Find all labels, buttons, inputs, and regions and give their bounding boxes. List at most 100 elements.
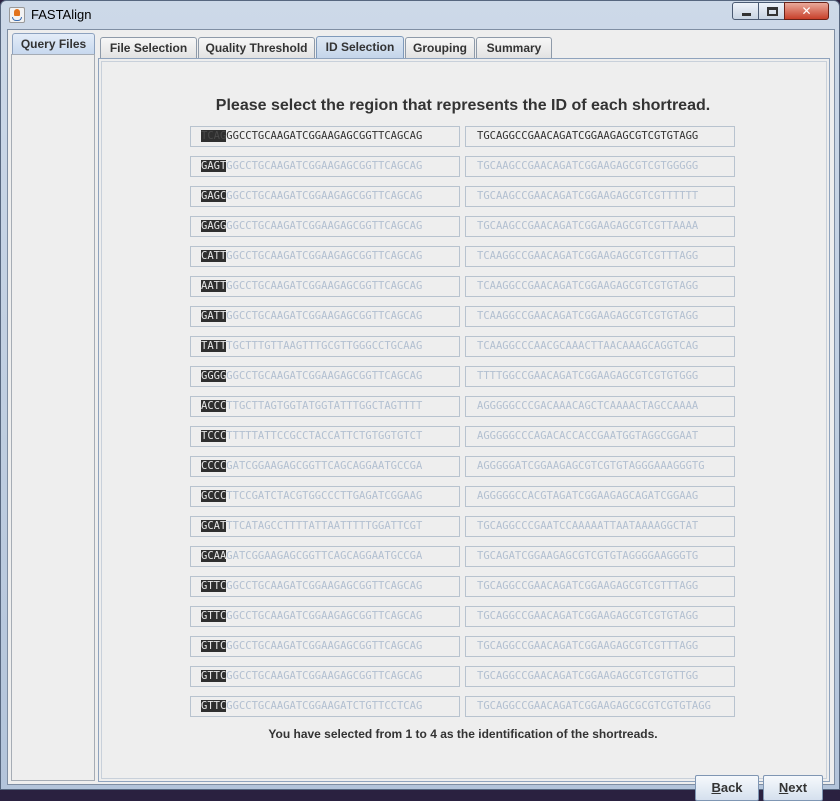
shortread-left-field[interactable]: GTTCGGCCTGCAAGATCGGAAGAGCGGTTCAGCAG — [190, 636, 460, 657]
shortread-left-field[interactable]: TCAGGGCCTGCAAGATCGGAAGAGCGGTTCAGCAG — [190, 126, 460, 147]
shortread-right-field[interactable]: TGCAGGCCGAACAGATCGGAAGAGCGTCGTTTAGG — [465, 636, 735, 657]
maximize-button[interactable] — [758, 2, 785, 20]
shortread-left-field[interactable]: AATTGGCCTGCAAGATCGGAAGAGCGGTTCAGCAG — [190, 276, 460, 297]
shortread-right-field[interactable]: TGCAGGCCGAACAGATCGGAAGAGCGTCGTGTAGG — [465, 606, 735, 627]
sequence-text: TTCATAGCCTTTTATTAATTTTTGGATTCGT — [226, 520, 423, 532]
sequence-text: TTGCTTAGTGGTATGGTATTTGGCTAGTTTT — [226, 400, 423, 412]
shortread-left-field[interactable]: GAGCGGCCTGCAAGATCGGAAGAGCGGTTCAGCAG — [190, 186, 460, 207]
shortread-left-field[interactable]: CCCCGATCGGAAGAGCGGTTCAGCAGGAATGCCGA — [190, 456, 460, 477]
shortread-left-field[interactable]: GGGGGGCCTGCAAGATCGGAAGAGCGGTTCAGCAG — [190, 366, 460, 387]
shortread-left-field[interactable]: GTTCGGCCTGCAAGATCGGAAGAGCGGTTCAGCAG — [190, 576, 460, 597]
id-selection-highlight: TCCC — [201, 430, 227, 442]
maximize-icon — [767, 7, 778, 16]
id-selection-highlight: GGGG — [201, 370, 227, 382]
shortread-right-field[interactable]: TGCAGGCCCGAATCCAAAAATTAATAAAAGGCTAT — [465, 516, 735, 537]
shortread-left-field[interactable]: GCAAGATCGGAAGAGCGGTTCAGCAGGAATGCCGA — [190, 546, 460, 567]
tab-file-selection[interactable]: File Selection — [100, 37, 197, 58]
java-app-icon — [9, 7, 25, 23]
sequence-text: GGCCTGCAAGATCGGAAGAGCGGTTCAGCAG — [226, 130, 423, 142]
tab-quality-threshold[interactable]: Quality Threshold — [198, 37, 315, 58]
id-selection-highlight: AATT — [201, 280, 227, 292]
id-selection-highlight: GTTC — [201, 640, 227, 652]
sequence-text: GGCCTGCAAGATCGGAAGAGCGGTTCAGCAG — [226, 250, 423, 262]
sequence-text: GGCCTGCAAGATCGGAAGAGCGGTTCAGCAG — [226, 220, 423, 232]
sequence-text: TTCCGATCTACGTGGCCCTTGAGATCGGAAG — [226, 490, 423, 502]
shortread-left-field[interactable]: CATTGGCCTGCAAGATCGGAAGAGCGGTTCAGCAG — [190, 246, 460, 267]
sequence-text: GGCCTGCAAGATCGGAAGAGCGGTTCAGCAG — [226, 190, 423, 202]
title-bar[interactable]: FASTAlign ✕ — [1, 1, 839, 29]
window-title: FASTAlign — [31, 7, 92, 22]
sequence-text: TGCTTTGTTAAGTTTGCGTTGGGCCTGCAAG — [226, 340, 423, 352]
shortread-left-field[interactable]: GTTCGGCCTGCAAGATCGGAAGAGCGGTTCAGCAG — [190, 666, 460, 687]
sequence-text: GATCGGAAGAGCGGTTCAGCAGGAATGCCGA — [226, 460, 423, 472]
shortread-left-field[interactable]: GATTGGCCTGCAAGATCGGAAGAGCGGTTCAGCAG — [190, 306, 460, 327]
page-heading: Please select the region that represents… — [215, 97, 711, 114]
shortread-left-field[interactable]: GTTCGGCCTGCAAGATCGGAAGAGCGGTTCAGCAG — [190, 606, 460, 627]
back-label: ack — [720, 780, 743, 795]
shortread-right-field[interactable]: AGGGGGCCCAGACACCACCGAATGGTAGGCGGAAT — [465, 426, 735, 447]
id-selection-highlight: GTTC — [201, 610, 227, 622]
shortread-right-field[interactable]: TTTTGGCCGAACAGATCGGAAGAGCGTCGTGTGGG — [465, 366, 735, 387]
shortread-left-field[interactable]: GTTCGGCCTGCAAGATCGGAAGATCTGTTCCTCAG — [190, 696, 460, 717]
tab-id-selection[interactable]: ID Selection — [316, 36, 404, 58]
id-selection-highlight: GCAT — [201, 520, 227, 532]
app-window: FASTAlign ✕ Query Files File Selection Q… — [0, 0, 840, 801]
tab-query-files[interactable]: Query Files — [12, 33, 95, 55]
shortread-right-field[interactable]: TGCAAGCCGAACAGATCGGAAGAGCGTCGTGGGGG — [465, 156, 735, 177]
shortread-left-field[interactable]: TATTTGCTTTGTTAAGTTTGCGTTGGGCCTGCAAG — [190, 336, 460, 357]
tab-grouping[interactable]: Grouping — [405, 37, 475, 58]
id-selection-highlight: CATT — [201, 250, 227, 262]
sequence-text: GGCCTGCAAGATCGGAAGAGCGGTTCAGCAG — [226, 280, 423, 292]
shortread-right-field[interactable]: TGCAAGCCGAACAGATCGGAAGAGCGTCGTTTTTT — [465, 186, 735, 207]
id-selection-highlight: GTTC — [201, 580, 227, 592]
minimize-button[interactable] — [732, 2, 759, 20]
shortread-right-field[interactable]: AGGGGGCCCGACAAACAGCTCAAAACTAGCCAAAA — [465, 396, 735, 417]
shortread-left-field[interactable]: TCCCTTTTTATTCCGCCTACCATTCTGTGGTGTCT — [190, 426, 460, 447]
close-icon: ✕ — [801, 4, 812, 18]
shortread-left-field[interactable]: GCCCTTCCGATCTACGTGGCCCTTGAGATCGGAAG — [190, 486, 460, 507]
shortread-right-field[interactable]: AGGGGGATCGGAAGAGCGTCGTGTAGGGAAAGGGTG — [465, 456, 735, 477]
id-selection-highlight: GCCC — [201, 490, 227, 502]
shortread-right-field[interactable]: TGCAGGCCGAACAGATCGGAAGAGCGCGTCGTGTAGG — [465, 696, 735, 717]
shortread-right-field[interactable]: TGCAGATCGGAAGAGCGTCGTGTAGGGGAAGGGTG — [465, 546, 735, 567]
back-button[interactable]: Back — [695, 775, 759, 801]
shortread-right-field[interactable]: TCAAGGCCGAACAGATCGGAAGAGCGTCGTTTAGG — [465, 246, 735, 267]
id-selection-panel: Please select the region that represents… — [98, 58, 830, 801]
shortread-right-field[interactable]: TGCAGGCCGAACAGATCGGAAGAGCGTCGTTTAGG — [465, 576, 735, 597]
sequence-text: GGCCTGCAAGATCGGAAGAGCGGTTCAGCAG — [226, 670, 423, 682]
id-selection-highlight: GAGC — [201, 190, 227, 202]
sequence-text: GGCCTGCAAGATCGGAAGAGCGGTTCAGCAG — [226, 310, 423, 322]
sequence-text: GGCCTGCAAGATCGGAAGAGCGGTTCAGCAG — [226, 610, 423, 622]
shortread-right-field[interactable]: TGCAGGCCGAACAGATCGGAAGAGCGTCGTGTTGG — [465, 666, 735, 687]
client-area: Query Files File Selection Quality Thres… — [7, 29, 835, 801]
next-mnemonic: N — [778, 780, 789, 795]
next-button[interactable]: Next — [763, 775, 823, 801]
shortread-left-field[interactable]: GCATTTCATAGCCTTTTATTAATTTTTGGATTCGT — [190, 516, 460, 537]
sequence-text: GGCCTGCAAGATCGGAAGAGCGGTTCAGCAG — [226, 160, 423, 172]
shortread-right-field[interactable]: TGCAGGCCGAACAGATCGGAAGAGCGTCGTGTAGG — [465, 126, 735, 147]
shortread-right-field[interactable]: TCAAGGCCGAACAGATCGGAAGAGCGTCGTGTAGG — [465, 276, 735, 297]
id-selection-highlight: GATT — [201, 310, 227, 322]
id-selection-highlight: ACCC — [201, 400, 227, 412]
id-selection-highlight: GTTC — [201, 700, 227, 712]
shortread-left-field[interactable]: GAGTGGCCTGCAAGATCGGAAGAGCGGTTCAGCAG — [190, 156, 460, 177]
id-selection-highlight: TATT — [201, 340, 227, 352]
sequence-text: GATCGGAAGAGCGGTTCAGCAGGAATGCCGA — [226, 550, 423, 562]
sequence-text: GGCCTGCAAGATCGGAAGAGCGGTTCAGCAG — [226, 580, 423, 592]
shortread-right-field[interactable]: AGGGGGCCACGTAGATCGGAAGAGCAGATCGGAAG — [465, 486, 735, 507]
id-selection-highlight: GTTC — [201, 670, 227, 682]
id-selection-highlight: GAGG — [201, 220, 227, 232]
shortread-left-field[interactable]: GAGGGGCCTGCAAGATCGGAAGAGCGGTTCAGCAG — [190, 216, 460, 237]
shortread-left-field[interactable]: ACCCTTGCTTAGTGGTATGGTATTTGGCTAGTTTT — [190, 396, 460, 417]
sequence-text: GGCCTGCAAGATCGGAAGATCTGTTCCTCAG — [226, 700, 423, 712]
sequence-text: GGCCTGCAAGATCGGAAGAGCGGTTCAGCAG — [226, 640, 423, 652]
shortread-right-field[interactable]: TGCAAGCCGAACAGATCGGAAGAGCGTCGTTAAAA — [465, 216, 735, 237]
selection-status: You have selected from 1 to 4 as the ide… — [268, 727, 658, 741]
sequence-text: TTTTTATTCCGCCTACCATTCTGTGGTGTCT — [226, 430, 423, 442]
shortread-right-field[interactable]: TCAAGGCCCAACGCAAACTTAACAAAGCAGGTCAG — [465, 336, 735, 357]
back-mnemonic: B — [711, 780, 721, 795]
next-label: ext — [788, 780, 808, 795]
shortread-right-field[interactable]: TCAAGGCCGAACAGATCGGAAGAGCGTCGTGTAGG — [465, 306, 735, 327]
close-button[interactable]: ✕ — [784, 2, 829, 20]
tab-summary[interactable]: Summary — [476, 37, 552, 58]
